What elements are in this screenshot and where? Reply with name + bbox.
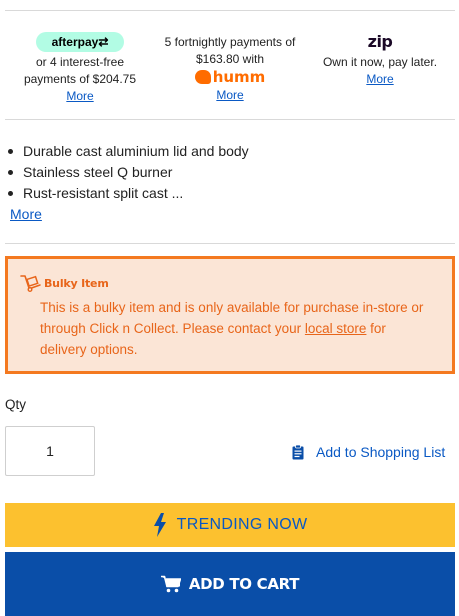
zip-logo: zip [367,32,393,51]
payment-options: afterpay⇄ or 4 interest-free payments of… [5,26,455,106]
top-divider [5,10,455,11]
afterpay-line2: payments of $204.75 [23,72,137,86]
features-more-link[interactable]: More [10,204,42,225]
zip-more-link[interactable]: More [305,71,455,88]
zip-line1: Own it now, pay later. [322,55,438,69]
bulky-header: Bulky Item [20,274,109,292]
qty-label: Qty [5,397,27,412]
lightning-bolt-icon [153,513,166,537]
hand-trolley-icon [20,275,41,292]
humm-line2: $163.80 with [195,52,265,66]
bulky-message: This is a bulky item and is only availab… [40,300,424,357]
afterpay-line1: or 4 interest-free [35,55,125,69]
trending-now-button[interactable]: TRENDING NOW [5,503,455,547]
add-to-cart-label: ADD TO CART [188,575,300,593]
payments-divider [5,119,455,120]
add-to-shopping-list-link[interactable]: Add to Shopping List [292,444,445,460]
features-divider [5,243,455,244]
humm-line1: 5 fortnightly payments of [164,35,296,49]
feature-item: Stainless steel Q burner [5,162,455,183]
local-store-link[interactable]: local store [305,321,367,336]
shopping-cart-icon [160,575,181,593]
humm-mark-icon [194,70,211,84]
afterpay-logo: afterpay⇄ [36,32,124,52]
humm-option: 5 fortnightly payments of $163.80 with h… [155,26,305,104]
bulky-item-alert: Bulky Item This is a bulky item and is o… [5,256,455,374]
trending-label: TRENDING NOW [176,516,308,533]
feature-item: Rust-resistant split cast ... [5,183,455,204]
afterpay-arrows-icon: ⇄ [98,35,109,49]
shopping-list-label: Add to Shopping List [316,444,446,460]
zip-option: zip Own it now, pay later. More [305,26,455,88]
feature-list: Durable cast aluminium lid and body Stai… [5,141,455,225]
humm-logo: humm [194,68,265,86]
clipboard-icon [292,444,304,459]
feature-item: Durable cast aluminium lid and body [5,141,455,162]
humm-more-link[interactable]: More [155,87,305,104]
bulky-title: Bulky Item [44,276,109,290]
quantity-input[interactable] [5,426,95,476]
afterpay-more-link[interactable]: More [5,88,155,105]
afterpay-option: afterpay⇄ or 4 interest-free payments of… [5,26,155,105]
add-to-cart-button[interactable]: ADD TO CART [5,552,455,616]
